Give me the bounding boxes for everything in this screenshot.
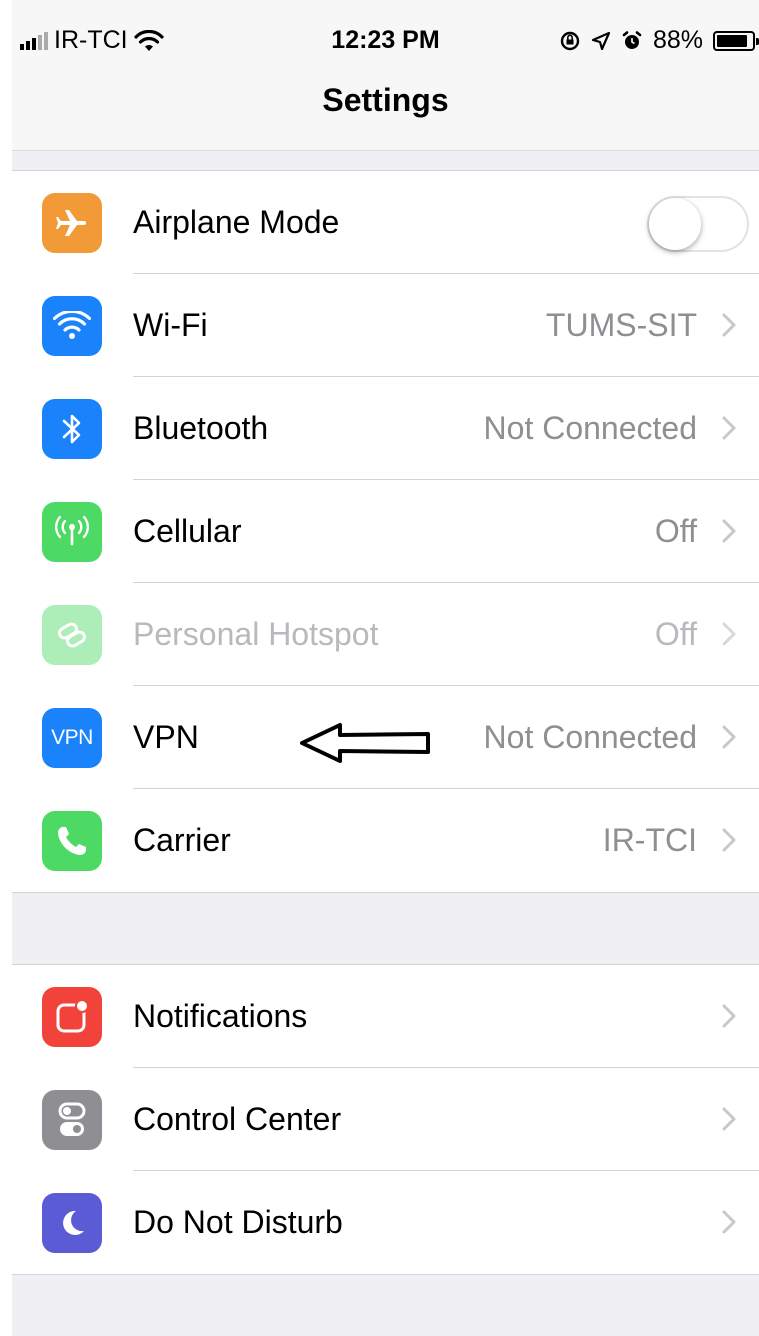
row-airplane-mode: Airplane Mode [12, 171, 759, 274]
row-label: Notifications [133, 998, 308, 1034]
vpn-icon: VPN [42, 708, 102, 768]
chevron-right-icon [722, 1107, 736, 1131]
row-value: Off [654, 616, 697, 652]
toggle-knob [649, 198, 701, 250]
chevron-right-icon [722, 416, 736, 440]
chevron-right-icon [722, 1004, 736, 1028]
row-cellular[interactable]: Cellular Off [12, 480, 759, 583]
row-notifications[interactable]: Notifications [12, 965, 759, 1068]
vpn-icon-text: VPN [51, 726, 93, 749]
row-do-not-disturb[interactable]: Do Not Disturb [12, 1171, 759, 1274]
row-value: IR-TCI [602, 822, 697, 858]
airplane-mode-toggle[interactable] [647, 196, 749, 252]
settings-screen: IR-TCI 12:23 PM 88% Settings Airplane Mo… [12, 0, 759, 1336]
battery-icon [713, 30, 759, 51]
chevron-right-icon [722, 828, 736, 852]
status-bar: IR-TCI 12:23 PM 88% [12, 16, 759, 64]
row-label: Control Center [133, 1101, 342, 1137]
page-title: Settings [322, 82, 449, 118]
wifi-icon [42, 296, 102, 356]
row-label: Cellular [133, 513, 242, 549]
phone-icon [42, 811, 102, 871]
row-control-center[interactable]: Control Center [12, 1068, 759, 1171]
row-value: TUMS-SIT [545, 307, 697, 343]
chevron-right-icon [722, 622, 736, 646]
row-label: VPN [133, 719, 199, 755]
row-carrier[interactable]: Carrier IR-TCI [12, 789, 759, 892]
row-personal-hotspot[interactable]: Personal Hotspot Off [12, 583, 759, 686]
row-wifi[interactable]: Wi-Fi TUMS-SIT [12, 274, 759, 377]
row-label: Personal Hotspot [133, 616, 379, 652]
row-label: Carrier [133, 822, 231, 858]
row-label: Do Not Disturb [133, 1204, 343, 1240]
airplane-icon [42, 193, 102, 253]
chevron-right-icon [722, 1210, 736, 1234]
orientation-lock-icon [560, 31, 580, 50]
navigation-bar: IR-TCI 12:23 PM 88% Settings [12, 0, 759, 151]
control-center-icon [42, 1090, 102, 1150]
row-value: Not Connected [483, 410, 697, 446]
settings-group-system: Notifications Control Center Do Not Dist… [12, 964, 759, 1275]
hotspot-icon [42, 605, 102, 665]
chevron-right-icon [722, 725, 736, 749]
chevron-right-icon [722, 519, 736, 543]
status-indicators: 88% [559, 26, 759, 55]
location-icon [591, 31, 611, 50]
chevron-right-icon [722, 313, 736, 337]
alarm-icon [622, 30, 642, 49]
notifications-icon [42, 987, 102, 1047]
moon-icon [42, 1193, 102, 1253]
row-value: Not Connected [483, 719, 697, 755]
row-label: Wi-Fi [133, 307, 208, 343]
hand-drawn-arrow-icon [300, 723, 430, 763]
row-label: Airplane Mode [133, 204, 340, 240]
row-value: Off [654, 513, 697, 549]
battery-percentage: 88% [652, 26, 703, 54]
row-bluetooth[interactable]: Bluetooth Not Connected [12, 377, 759, 480]
cellular-icon [42, 502, 102, 562]
settings-group-connectivity: Airplane Mode Wi-Fi TUMS-SIT Bluetooth N… [12, 170, 759, 893]
row-label: Bluetooth [133, 410, 269, 446]
bluetooth-icon [42, 399, 102, 459]
